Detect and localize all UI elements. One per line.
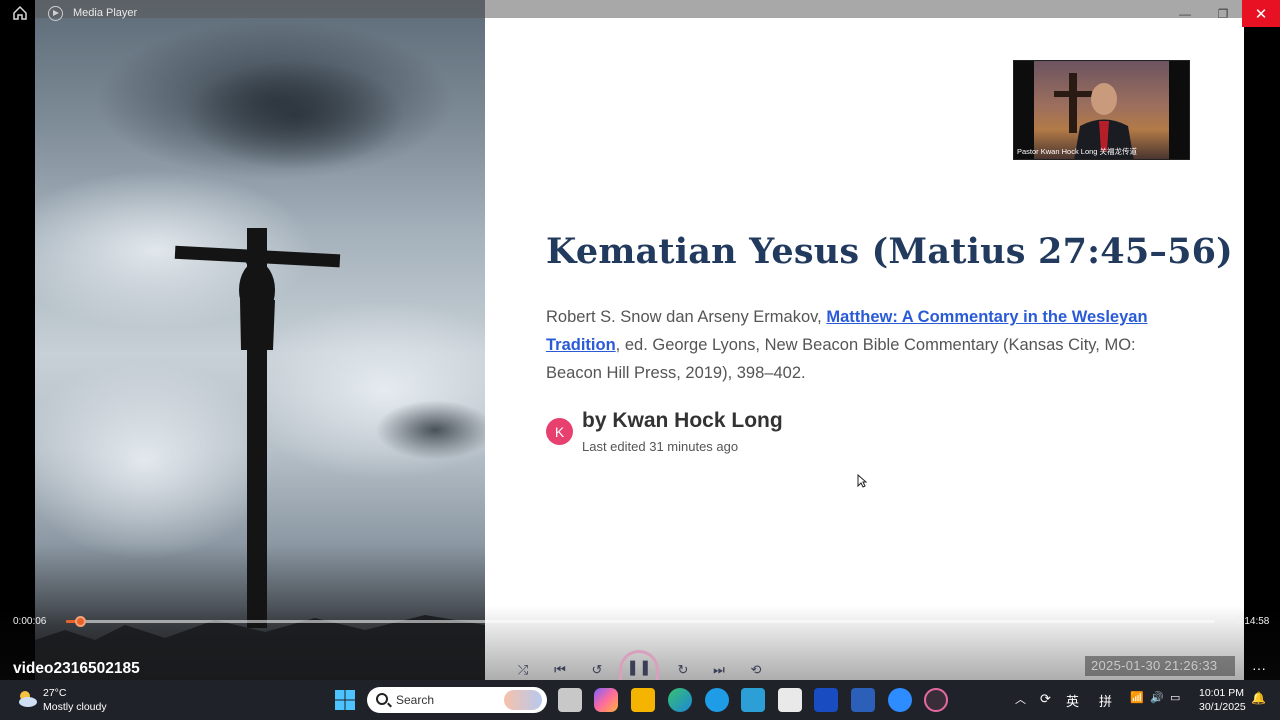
letterbox-left [0, 0, 35, 680]
shuffle-icon[interactable]: ⤮ [513, 660, 533, 680]
repeat-icon[interactable]: ⟲ [746, 660, 766, 680]
media-player-icon [48, 6, 63, 21]
sync-icon[interactable]: ⟳ [1040, 691, 1051, 707]
file-explorer-icon[interactable] [631, 688, 655, 712]
last-edited: Last edited 31 minutes ago [582, 439, 739, 454]
ime-english[interactable]: 英 [1066, 691, 1079, 710]
webcam-caption: Pastor Kwan Hock Long 关福龙传道 [1017, 147, 1138, 156]
store-icon[interactable] [778, 688, 802, 712]
forward-icon[interactable]: ↻ [673, 660, 693, 680]
search-input[interactable]: Search [367, 687, 547, 713]
copilot-icon[interactable] [594, 688, 618, 712]
notification-bell-icon[interactable]: 🔔 [1251, 691, 1266, 705]
window-title: Media Player [73, 7, 138, 19]
media-player-taskbar-icon[interactable] [924, 688, 948, 712]
ime-pinyin[interactable]: 拼 [1099, 691, 1112, 710]
video-title: video2316502185 [13, 660, 140, 677]
windows-start-icon[interactable] [333, 688, 357, 712]
task-view-icon[interactable] [558, 688, 582, 712]
citation-prefix: Robert S. Snow dan Arseny Ermakov, [546, 308, 827, 326]
volume-icon[interactable]: 🔊 [1150, 691, 1164, 704]
taskbar: 27°C Mostly cloudy Search ︿ ⟳ 英 拼 📶 🔊 ▭ … [0, 680, 1280, 720]
slide-title: Kematian Yesus (Matius 27:45–56) [546, 231, 1233, 272]
weather-temp[interactable]: 27°C [43, 687, 66, 699]
letterbox-right [1244, 0, 1280, 680]
search-placeholder: Search [396, 693, 435, 707]
home-icon[interactable] [12, 5, 28, 21]
author-name: by Kwan Hock Long [582, 409, 783, 432]
previous-icon[interactable]: ⏮ [550, 660, 570, 680]
mybible-icon[interactable] [741, 688, 765, 712]
more-options-button[interactable]: ··· [1252, 660, 1266, 676]
total-time: 0:14:58 [1236, 616, 1270, 627]
close-button[interactable]: ✕ [1242, 0, 1280, 27]
next-icon[interactable]: ⏭ [709, 660, 729, 680]
search-highlight-icon [504, 690, 542, 710]
search-icon [376, 693, 388, 705]
tray-chevron-icon[interactable]: ︿ [1015, 691, 1026, 707]
weather-desc[interactable]: Mostly cloudy [43, 701, 107, 713]
minimize-button[interactable]: — [1166, 0, 1204, 27]
seek-thumb[interactable] [75, 616, 86, 627]
mouse-cursor-icon [857, 474, 867, 488]
app-w-icon[interactable] [814, 688, 838, 712]
timestamp-overlay: 2025-01-30 21:26:33 [1085, 656, 1235, 676]
video-frame[interactable]: Kematian Yesus (Matius 27:45–56) Robert … [35, 0, 1244, 680]
crucifix-photo [35, 0, 485, 680]
clock-time[interactable]: 10:01 PM [1199, 687, 1244, 699]
word-icon[interactable] [851, 688, 875, 712]
citation: Robert S. Snow dan Arseny Ermakov, Matth… [546, 303, 1176, 387]
clock-date[interactable]: 30/1/2025 [1199, 701, 1246, 713]
webcam-overlay: Pastor Kwan Hock Long 关福龙传道 [1013, 60, 1190, 160]
avatar: K [546, 418, 573, 445]
cross-silhouette-icon [35, 228, 485, 680]
current-time: 0:00:06 [13, 616, 47, 627]
rewind-icon[interactable]: ↺ [587, 660, 607, 680]
window-titlebar[interactable]: Media Player — ❐ ✕ [0, 0, 1280, 27]
battery-icon[interactable]: ▭ [1170, 691, 1180, 704]
weather-cloud-icon[interactable] [16, 688, 38, 710]
edge-icon[interactable] [668, 688, 692, 712]
wifi-icon[interactable]: 📶 [1130, 691, 1144, 704]
seek-bar[interactable] [66, 616, 1215, 627]
restore-button[interactable]: ❐ [1204, 0, 1242, 27]
citation-suffix: , ed. George Lyons, New Beacon Bible Com… [546, 336, 1136, 382]
ie-icon[interactable] [705, 688, 729, 712]
zoom-icon[interactable] [888, 688, 912, 712]
